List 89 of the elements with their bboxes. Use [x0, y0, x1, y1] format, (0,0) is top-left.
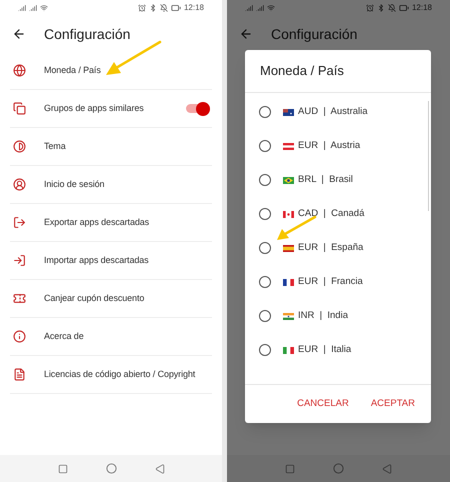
option-label: EUR | Italia — [298, 342, 352, 357]
bell-off-icon — [388, 4, 396, 12]
radio-button[interactable] — [259, 242, 271, 254]
settings-item[interactable]: Canjear cupón descuento — [10, 280, 212, 318]
settings-label: Acerca de — [44, 330, 85, 343]
settings-item[interactable]: Inicio de sesión — [10, 166, 212, 204]
squares-icon — [13, 102, 26, 115]
settings-label: Grupos de apps similares — [44, 102, 145, 115]
currency-option[interactable]: BRL | Brasil — [245, 163, 431, 197]
radio-button[interactable] — [259, 140, 271, 152]
radio-button[interactable] — [259, 276, 271, 288]
dialog-button[interactable]: CANCELAR — [297, 396, 349, 412]
screen-title: Configuración — [271, 24, 358, 44]
radio-button[interactable] — [259, 174, 271, 186]
signal-icon — [18, 4, 26, 12]
back-triangle-icon[interactable] — [382, 464, 392, 474]
bluetooth-icon — [148, 4, 157, 12]
signal-icon — [29, 4, 37, 12]
currency-option[interactable]: INR | India — [245, 299, 431, 333]
flag-icon — [283, 244, 294, 252]
settings-item[interactable]: Exportar apps descartadas — [10, 204, 212, 242]
dialog-button[interactable]: ACEPTAR — [370, 396, 415, 412]
alarm-icon — [366, 4, 374, 12]
exit-arrow-icon — [13, 216, 26, 229]
currency-option[interactable]: EUR | Italia — [245, 333, 431, 367]
settings-label: Importar apps descartadas — [44, 254, 150, 267]
radio-button[interactable] — [259, 310, 271, 322]
document-icon — [13, 368, 26, 381]
battery-icon — [398, 3, 409, 13]
signal-icon — [245, 4, 253, 12]
settings-item[interactable]: Tema — [10, 128, 212, 166]
home-icon[interactable] — [333, 463, 344, 474]
settings-label: Inicio de sesión — [44, 178, 106, 191]
settings-item[interactable]: Acerca de — [10, 318, 212, 356]
settings-label: Exportar apps descartadas — [44, 216, 150, 229]
option-label: BRL | Brasil — [298, 172, 353, 187]
flag-icon — [283, 108, 294, 116]
bell-off-icon — [160, 4, 168, 12]
home-icon[interactable] — [106, 463, 116, 474]
option-label: INR | India — [298, 308, 348, 323]
wifi-icon — [267, 4, 275, 12]
signal-icon — [256, 4, 264, 12]
enter-arrow-icon — [13, 254, 26, 267]
flag-icon — [283, 312, 294, 320]
ticket-icon — [13, 292, 26, 305]
screen-title: Configuración — [44, 24, 130, 44]
currency-option[interactable]: AUD | Australia — [245, 95, 431, 129]
currency-option[interactable]: EUR | Francia — [245, 265, 431, 299]
clock-time: 12:18 — [184, 4, 204, 12]
radio-button[interactable] — [259, 106, 271, 118]
dialog-title: Moneda / País — [260, 62, 344, 80]
toggle-switch[interactable] — [186, 104, 208, 113]
flag-icon — [283, 142, 294, 150]
bluetooth-icon — [376, 4, 385, 12]
recents-icon[interactable] — [58, 464, 68, 474]
contrast-icon — [13, 140, 26, 153]
currency-option[interactable]: EUR | España — [245, 231, 431, 265]
clock-time: 12:18 — [412, 4, 432, 12]
flag-icon — [283, 346, 294, 354]
currency-option[interactable]: CAD | Canadá — [245, 197, 431, 231]
back-triangle-icon[interactable] — [154, 464, 164, 474]
pointer-arrow — [275, 215, 317, 242]
settings-item[interactable]: Importar apps descartadas — [10, 242, 212, 280]
currency-option[interactable]: EUR | Austria — [245, 129, 431, 163]
flag-icon — [283, 278, 294, 286]
settings-label: Licencias de código abierto / Copyright — [44, 368, 196, 381]
flag-icon — [283, 176, 294, 184]
option-label: CAD | Canadá — [298, 206, 364, 221]
settings-label: Tema — [44, 140, 67, 153]
battery-icon — [170, 3, 181, 13]
option-label: EUR | Austria — [298, 138, 360, 153]
settings-item[interactable]: Grupos de apps similares — [10, 90, 212, 128]
option-label: EUR | España — [298, 240, 364, 255]
radio-button[interactable] — [259, 344, 271, 356]
info-icon — [13, 330, 26, 343]
flag-icon — [283, 210, 294, 218]
back-icon[interactable] — [12, 27, 26, 41]
pointer-arrow — [104, 40, 162, 77]
globe-icon — [13, 64, 26, 77]
settings-label: Moneda / País — [44, 64, 102, 77]
settings-label: Canjear cupón descuento — [44, 292, 146, 305]
option-label: AUD | Australia — [298, 104, 368, 119]
radio-button[interactable] — [259, 208, 271, 220]
option-label: EUR | Francia — [298, 274, 363, 289]
alarm-icon — [138, 4, 146, 12]
settings-item[interactable]: Licencias de código abierto / Copyright — [10, 356, 212, 394]
recents-icon[interactable] — [285, 464, 295, 474]
wifi-icon — [40, 4, 48, 12]
user-circle-icon — [13, 178, 26, 191]
